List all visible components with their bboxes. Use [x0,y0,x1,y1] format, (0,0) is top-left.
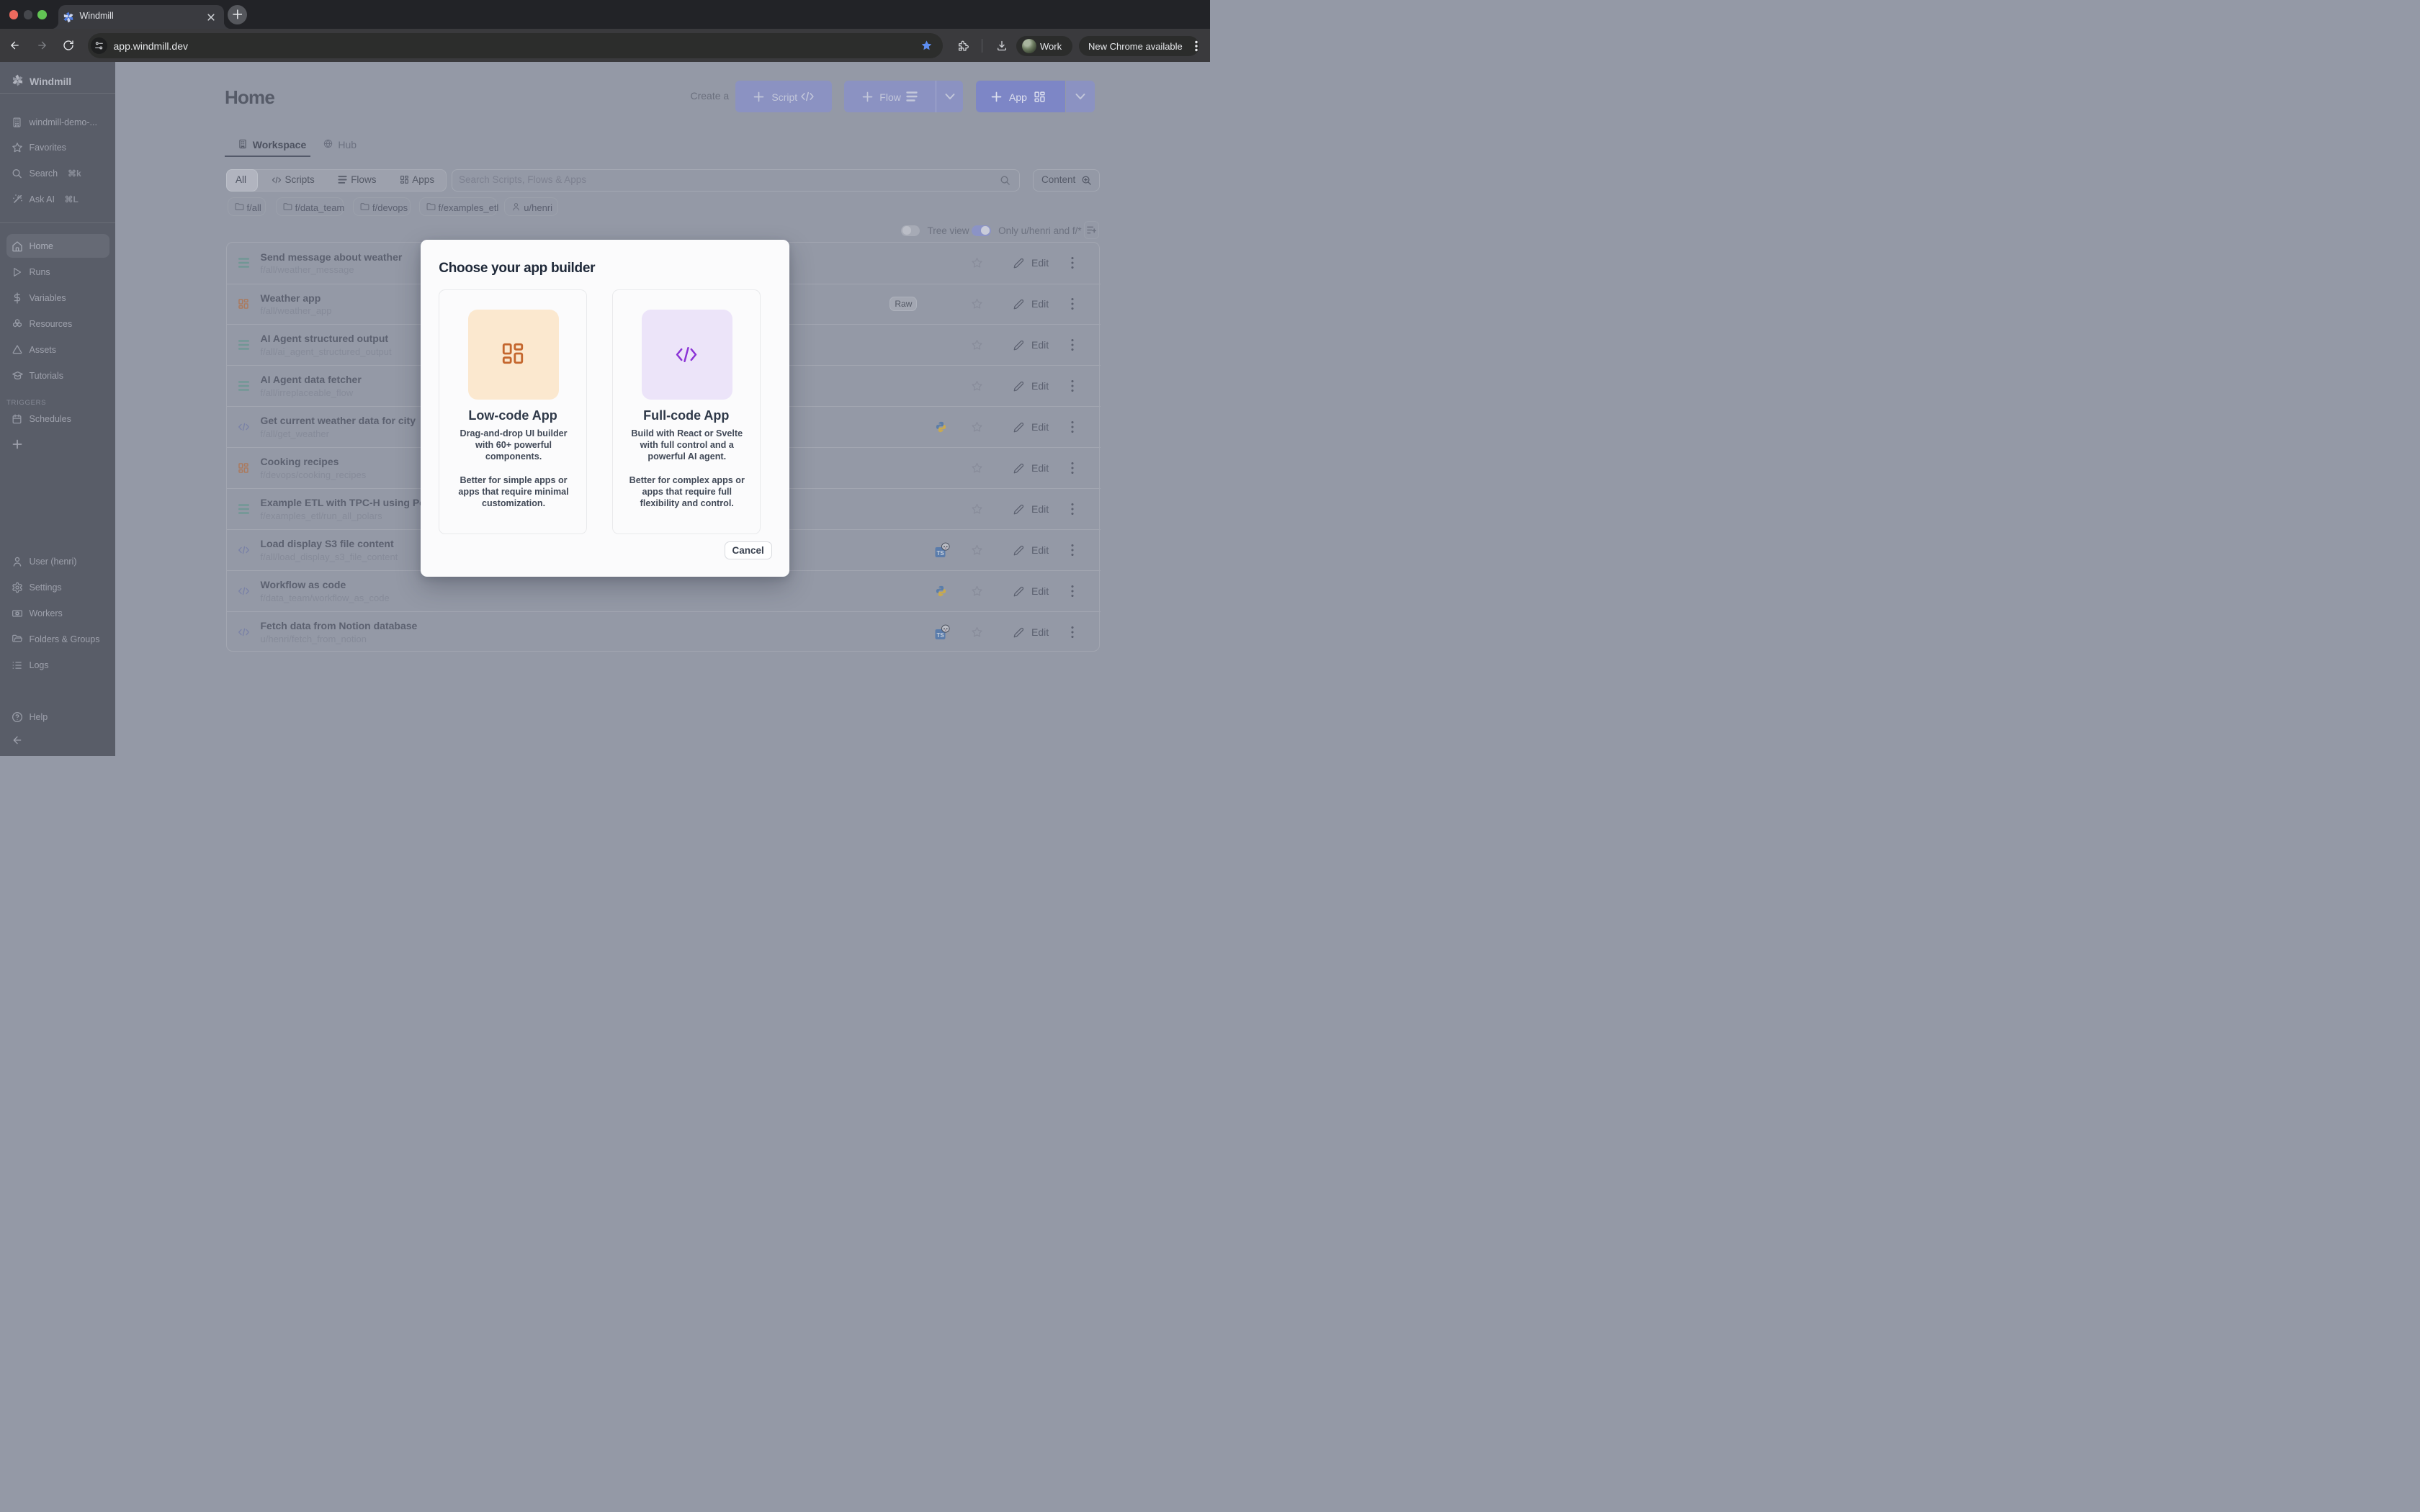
svg-text:TS: TS [936,550,944,557]
svg-text:TS: TS [936,632,944,639]
